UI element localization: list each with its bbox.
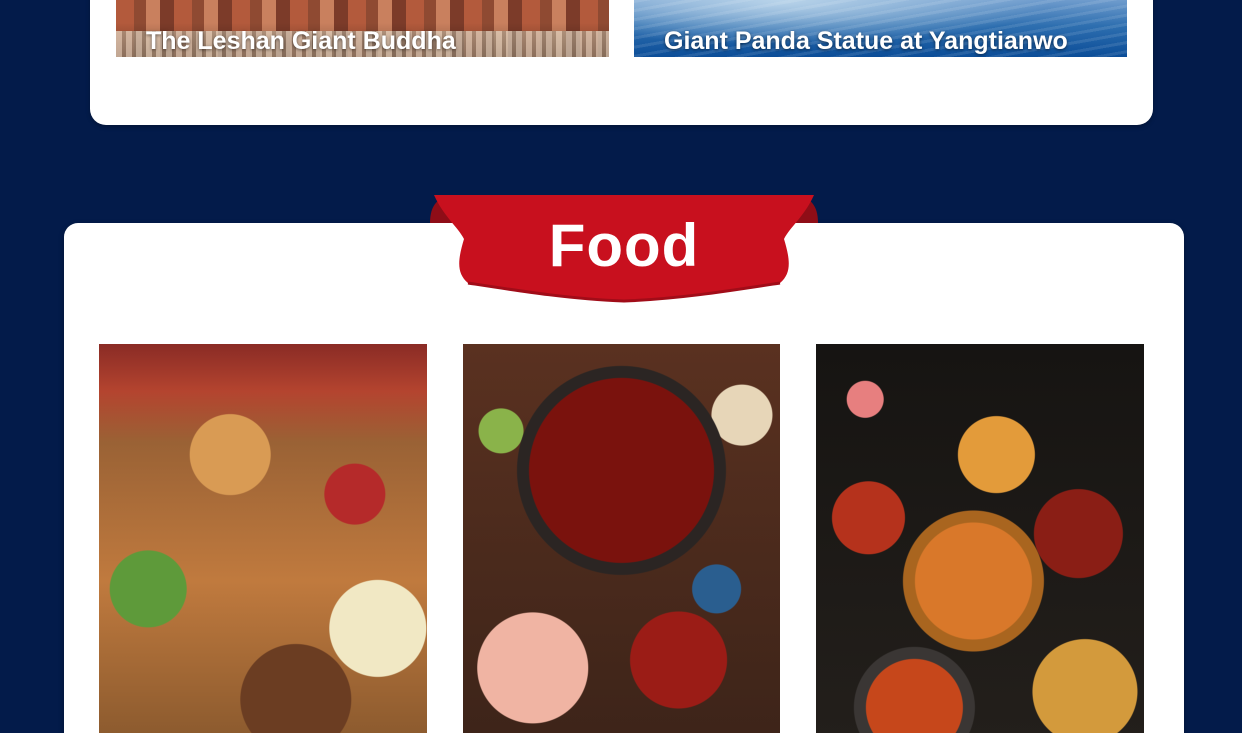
- food-section-title: Food: [548, 212, 700, 279]
- sichuan-dishes-photo[interactable]: [816, 344, 1144, 733]
- food-section-banner: Food: [428, 193, 820, 305]
- attraction-label: Giant Panda Statue at Yangtianwo: [664, 27, 1068, 55]
- attractions-card: The Leshan Giant Buddha Giant Panda Stat…: [90, 0, 1153, 125]
- attraction-label: The Leshan Giant Buddha: [146, 27, 456, 55]
- spicy-hotpot-photo[interactable]: [463, 344, 780, 733]
- leshan-giant-buddha-card[interactable]: The Leshan Giant Buddha: [116, 0, 609, 57]
- copper-hotpot-photo[interactable]: [99, 344, 427, 733]
- giant-panda-statue-card[interactable]: Giant Panda Statue at Yangtianwo: [634, 0, 1127, 57]
